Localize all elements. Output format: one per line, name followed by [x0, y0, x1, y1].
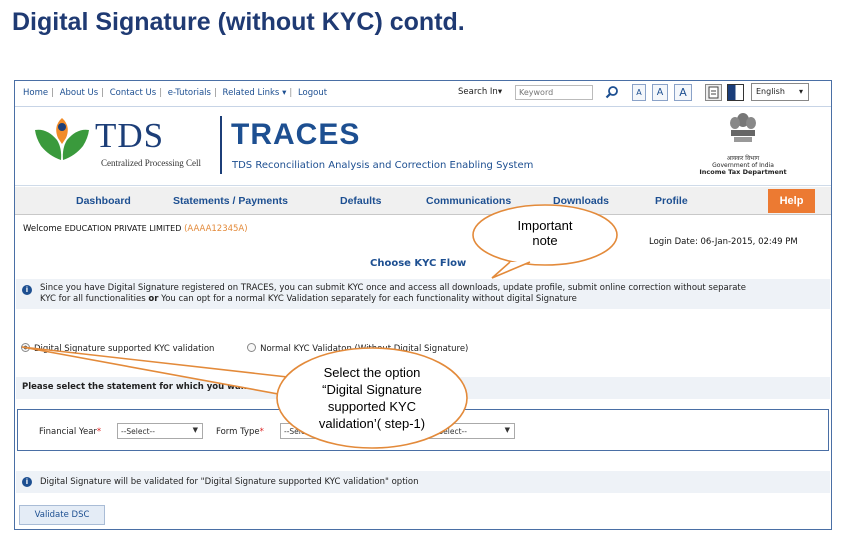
language-select[interactable]: English ▾	[751, 83, 809, 101]
nav-downloads[interactable]: Downloads	[553, 195, 609, 207]
kyc-option-radios: Digital Signature supported KYC validati…	[21, 343, 468, 354]
important-note-text: Important note	[517, 218, 573, 248]
nav-statements-payments[interactable]: Statements / Payments	[173, 195, 288, 207]
chevron-down-icon: ▼	[192, 426, 198, 434]
step-1-callout-text: Select the option “Digital Signature sup…	[318, 365, 426, 431]
chevron-down-icon: ▼	[504, 426, 510, 434]
search-in-dropdown[interactable]: Search In▾	[458, 87, 502, 97]
dsc-validation-note: i Digital Signature will be validated fo…	[16, 471, 830, 493]
home-link[interactable]: Home	[23, 88, 48, 98]
traces-logo-text: TRACES	[231, 118, 361, 151]
form-type-label: Form Type*	[216, 427, 264, 437]
logout-link[interactable]: Logout	[298, 88, 327, 98]
chevron-down-icon: ▾	[798, 87, 803, 96]
traces-subtitle: TDS Reconciliation Analysis and Correcti…	[232, 160, 534, 171]
tds-logo-text: TDS	[95, 116, 165, 155]
chevron-down-icon: ▾	[497, 87, 503, 97]
search-input[interactable]	[515, 85, 593, 100]
brand-header: TDS Centralized Processing Cell TRACES T…	[15, 108, 831, 186]
pan-number: (AAAA12345A)	[184, 224, 248, 234]
financial-year-select[interactable]: --Select-- ▼	[117, 423, 203, 439]
nav-profile[interactable]: Profile	[655, 195, 688, 207]
nav-defaults[interactable]: Defaults	[340, 195, 381, 207]
radio-icon	[247, 343, 257, 352]
validate-dsc-button[interactable]: Validate DSC	[19, 505, 105, 525]
related-links-menu[interactable]: Related Links	[223, 88, 280, 98]
brand-divider	[220, 116, 222, 174]
top-links: Home | About Us | Contact Us | e-Tutorials |…	[23, 88, 328, 98]
nav-dashboard[interactable]: Dashboard	[76, 195, 131, 207]
search-icon[interactable]	[605, 85, 619, 99]
font-small-button[interactable]: A	[632, 84, 646, 101]
e-tutorials-link[interactable]: e-Tutorials	[168, 88, 211, 98]
dsc-kyc-radio[interactable]: Digital Signature supported KYC validati…	[21, 343, 214, 354]
nav-communications[interactable]: Communications	[426, 195, 511, 207]
org-name: EDUCATION PRIVATE LIMITED	[64, 224, 182, 233]
gov-hindi-text: आयकर विभाग	[726, 155, 760, 162]
top-utility-bar: Home | About Us | Contact Us | e-Tutorials |…	[15, 81, 831, 107]
tds-subtitle: Centralized Processing Cell	[101, 158, 201, 168]
welcome-text: Welcome EDUCATION PRIVATE LIMITED (AAAA1…	[23, 224, 248, 234]
main-nav: Dashboard Statements / Payments Defaults…	[15, 187, 831, 215]
chevron-down-icon: ▾	[282, 88, 287, 98]
normal-kyc-radio[interactable]: Normal KYC Validaton (Without Digital Si…	[247, 343, 468, 354]
tds-logo-icon	[35, 118, 89, 160]
info-icon: i	[22, 285, 32, 295]
financial-year-label: Financial Year*	[39, 427, 102, 437]
font-large-button[interactable]: A	[674, 84, 692, 101]
gov-text: Government of India Income Tax Departmen…	[699, 162, 787, 176]
print-icon[interactable]	[705, 84, 722, 101]
radio-selected-icon	[21, 343, 30, 352]
help-button[interactable]: Help	[768, 189, 815, 213]
contrast-icon[interactable]	[727, 84, 744, 101]
font-medium-button[interactable]: A	[652, 84, 668, 101]
info-notice: i Since you have Digital Signature regis…	[16, 279, 830, 309]
page-title: Choose KYC Flow	[370, 258, 467, 269]
info-icon: i	[22, 477, 32, 487]
browser-frame: Home | About Us | Contact Us | e-Tutorials |…	[14, 80, 832, 530]
about-us-link[interactable]: About Us	[60, 88, 98, 98]
contact-us-link[interactable]: Contact Us	[110, 88, 156, 98]
national-emblem-icon	[730, 113, 756, 142]
slide-title: Digital Signature (without KYC) contd.	[12, 8, 465, 36]
login-date: Login Date: 06-Jan-2015, 02:49 PM	[649, 237, 798, 247]
